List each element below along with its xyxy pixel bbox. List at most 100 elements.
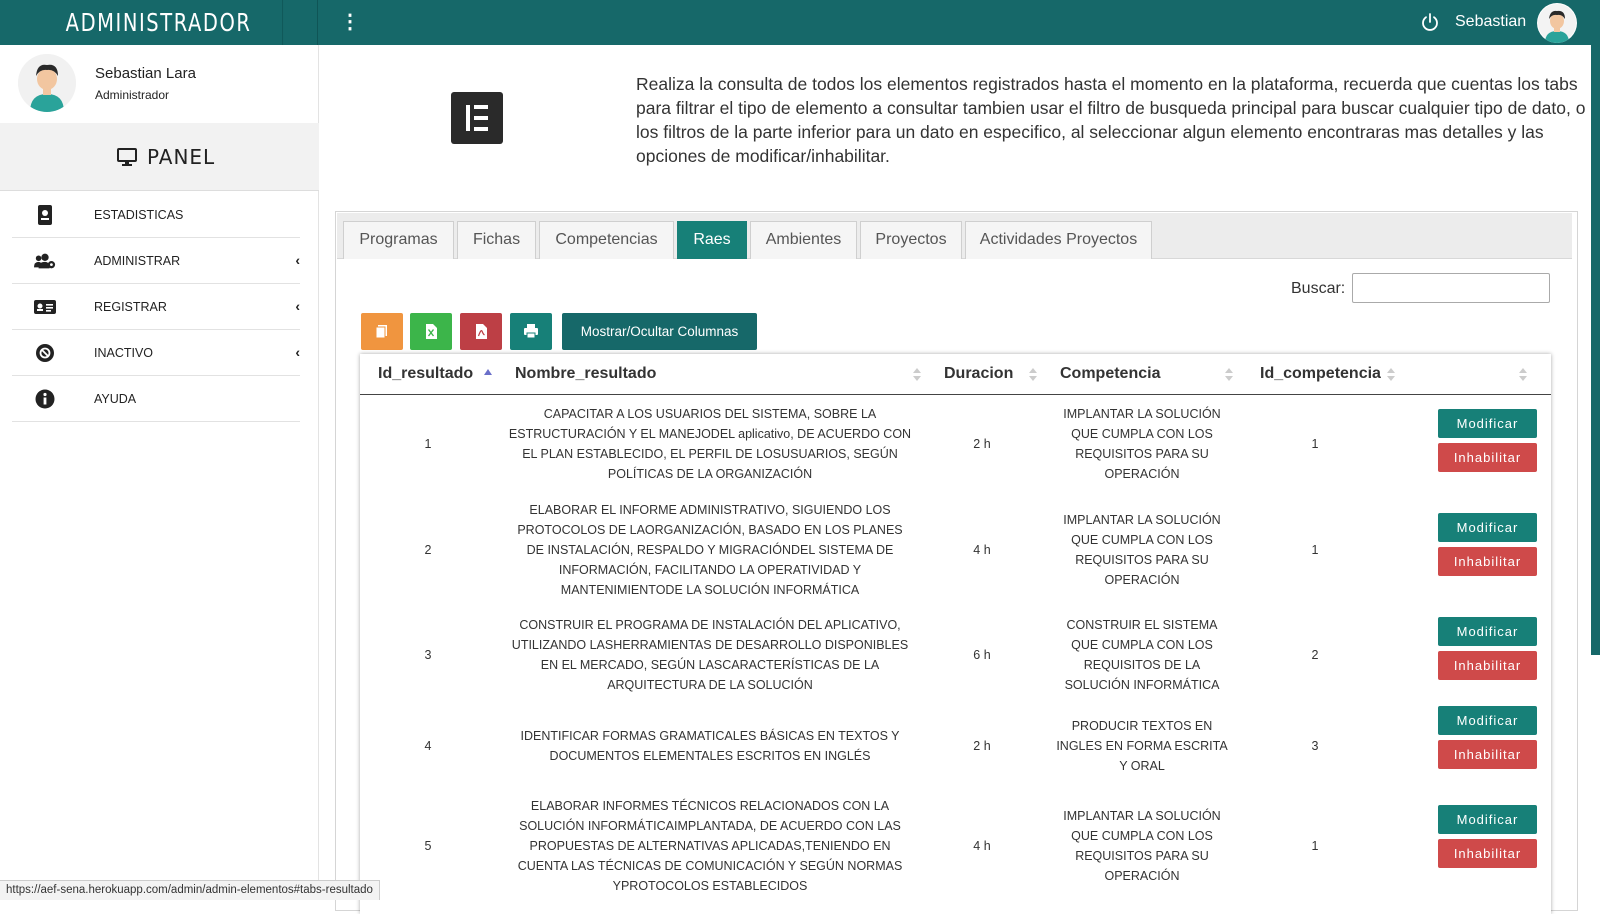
disable-button[interactable]: Inhabilitar	[1438, 443, 1537, 472]
sidebar-item-inactivo[interactable]: INACTIVO ‹	[12, 330, 300, 376]
header-divider	[360, 394, 1551, 395]
modify-button[interactable]: Modificar	[1438, 617, 1537, 646]
tab-raes[interactable]: Raes	[677, 221, 747, 259]
cell-competencia-line: Y ORAL	[1119, 759, 1165, 773]
menu-toggle-icon[interactable]: ⋮	[340, 12, 360, 32]
sidebar-item-ayuda[interactable]: AYUDA	[12, 376, 300, 422]
tab-actividades-proyectos[interactable]: Actividades Proyectos	[965, 221, 1152, 259]
cell-competencia-line: QUE CUMPLA CON LOS	[1071, 829, 1213, 843]
cell-nombre-resultado-line: CONSTRUIR EL PROGRAMA DE INSTALACIÓN DEL…	[519, 618, 901, 632]
avatar	[18, 54, 76, 112]
cell-nombre-resultado-line: ESTRUCTURACIÓN Y EL MANEJODEL aplicativo…	[508, 427, 912, 441]
cell-competencia-line: REQUISITOS PARA SU	[1075, 849, 1209, 863]
cell-competencia-line: REQUISITOS DE LA	[1083, 658, 1201, 672]
pdf-button[interactable]	[460, 313, 502, 350]
cell-id-competencia: 1	[1311, 437, 1319, 451]
chevron-left-icon: ‹	[295, 298, 300, 314]
cell-competencia-line: SOLUCIÓN INFORMÁTICA	[1064, 678, 1220, 692]
scrollbar[interactable]	[1591, 45, 1600, 655]
cell-id-resultado: 4	[424, 739, 432, 753]
chevron-left-icon: ‹	[295, 344, 300, 360]
sidebar-item-administrar[interactable]: ADMINISTRAR ‹	[12, 238, 300, 284]
top-navbar: ADMINISTRADOR ⋮ Sebastian	[0, 0, 1600, 45]
modify-button[interactable]: Modificar	[1438, 706, 1537, 735]
cell-duracion: 4 h	[973, 839, 991, 853]
results-table: Id_resultado Nombre_resultado Duracion C…	[360, 354, 1551, 914]
brand-title[interactable]: ADMINISTRADOR	[35, 0, 284, 45]
modify-button[interactable]: Modificar	[1438, 513, 1537, 542]
toggle-columns-button[interactable]: Mostrar/Ocultar Columnas	[562, 313, 757, 350]
search-label: Buscar:	[1291, 280, 1346, 297]
modify-button[interactable]: Modificar	[1438, 409, 1537, 438]
id-card-icon	[34, 300, 56, 314]
panel-header: PANEL	[0, 123, 319, 191]
modify-button[interactable]: Modificar	[1438, 805, 1537, 834]
sidebar-item-label: ADMINISTRAR	[94, 254, 181, 268]
cell-nombre-resultado: ELABORAR INFORMES TÉCNICOS RELACIONADOS …	[500, 796, 920, 896]
col-header-id-resultado[interactable]: Id_resultado	[378, 354, 473, 394]
sort-icon[interactable]	[1519, 368, 1527, 381]
cell-nombre-resultado-line: POLÍTICAS DE LA ORGANIZACIÓN	[607, 467, 813, 481]
tab-ambientes[interactable]: Ambientes	[750, 221, 857, 259]
status-bar-url: https://aef-sena.herokuapp.com/admin/adm…	[0, 880, 380, 900]
top-user-name[interactable]: Sebastian	[1455, 13, 1526, 31]
sort-asc-icon	[484, 369, 492, 375]
cell-nombre-resultado-line: IDENTIFICAR FORMAS GRAMATICALES BÁSICAS …	[520, 729, 900, 743]
sidebar-item-registrar[interactable]: REGISTRAR ‹	[12, 284, 300, 330]
cell-id-resultado: 2	[424, 543, 432, 557]
sidebar-item-label: REGISTRAR	[94, 300, 167, 314]
disable-button[interactable]: Inhabilitar	[1438, 740, 1537, 769]
sidebar-item-label: ESTADISTICAS	[94, 208, 184, 222]
tab-competencias[interactable]: Competencias	[539, 221, 674, 259]
copy-button[interactable]	[361, 313, 403, 350]
cell-nombre-resultado-line: EL PLAN ESTABLECIDO, EL PERFIL DE LOSUSU…	[522, 447, 898, 461]
monitor-icon	[117, 148, 137, 166]
cell-competencia: PRODUCIR TEXTOS EN INGLES EN FORMA ESCRIT…	[1052, 716, 1232, 776]
col-header-id-competencia[interactable]: Id_competencia	[1260, 354, 1381, 394]
cell-id-competencia: 3	[1311, 739, 1319, 753]
elementor-logo-icon	[451, 92, 503, 144]
intro-text: Realiza la consulta de todos los element…	[636, 74, 1586, 166]
profile-role: Administrador	[95, 88, 170, 102]
cell-competencia-line: CONSTRUIR EL SISTEMA	[1066, 618, 1218, 632]
disable-button[interactable]: Inhabilitar	[1438, 839, 1537, 868]
cell-duracion: 6 h	[973, 648, 991, 662]
top-avatar[interactable]	[1537, 3, 1577, 43]
cell-id-resultado: 5	[424, 839, 432, 853]
power-icon[interactable]	[1420, 12, 1440, 32]
ban-icon	[36, 344, 54, 362]
excel-button[interactable]	[410, 313, 452, 350]
pdf-icon	[476, 324, 487, 339]
excel-icon	[426, 324, 437, 339]
col-header-duracion[interactable]: Duracion	[944, 354, 1013, 394]
search-input[interactable]	[1352, 273, 1550, 303]
sidebar-item-label: AYUDA	[94, 392, 137, 406]
sidebar-item-label: INACTIVO	[94, 346, 154, 360]
col-header-nombre-resultado[interactable]: Nombre_resultado	[515, 354, 656, 394]
sort-icon	[913, 368, 921, 381]
cell-nombre-resultado-line: YPROTOCOLOS ESTABLECIDOS	[612, 879, 808, 893]
disable-button[interactable]: Inhabilitar	[1438, 651, 1537, 680]
cell-competencia-line: QUE CUMPLA CON LOS	[1071, 427, 1213, 441]
cell-competencia: IMPLANTAR LA SOLUCIÓN QUE CUMPLA CON LOS R…	[1052, 510, 1232, 590]
chevron-left-icon: ‹	[295, 252, 300, 268]
id-badge-icon	[38, 205, 52, 225]
cell-competencia-line: IMPLANTAR LA SOLUCIÓN	[1063, 407, 1221, 421]
cell-nombre-resultado-line: CUENTA LAS TÉCNICAS DE COMUNICACIÓN Y SE…	[517, 859, 903, 873]
cell-id-resultado: 1	[424, 437, 432, 451]
sidebar-item-estadisticas[interactable]: ESTADISTICAS	[12, 192, 300, 238]
cell-duracion: 2 h	[973, 437, 991, 451]
cell-competencia-line: REQUISITOS PARA SU	[1075, 447, 1209, 461]
main-content: Realiza la consulta de todos los element…	[319, 45, 1600, 914]
tab-fichas[interactable]: Fichas	[457, 221, 536, 259]
cell-competencia-line: PRODUCIR TEXTOS EN	[1071, 719, 1213, 733]
tab-programas[interactable]: Programas	[343, 221, 454, 259]
tab-proyectos[interactable]: Proyectos	[860, 221, 962, 259]
sidebar-profile: Sebastian Lara Administrador	[0, 45, 319, 123]
col-header-competencia[interactable]: Competencia	[1060, 354, 1160, 394]
print-icon	[524, 324, 538, 339]
print-button[interactable]	[510, 313, 552, 350]
cell-id-competencia: 1	[1311, 543, 1319, 557]
cell-nombre-resultado-line: ELABORAR INFORMES TÉCNICOS RELACIONADOS …	[530, 799, 890, 813]
disable-button[interactable]: Inhabilitar	[1438, 547, 1537, 576]
